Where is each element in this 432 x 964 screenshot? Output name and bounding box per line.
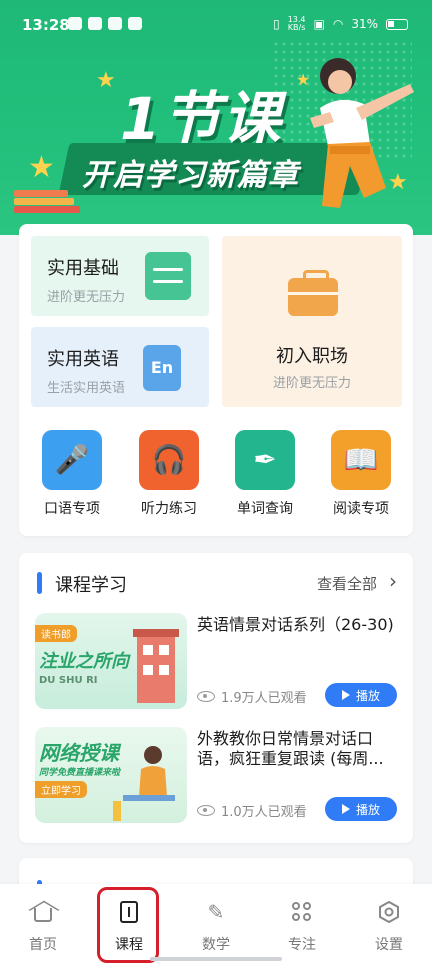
nav-label: 数学 xyxy=(202,937,230,953)
thumb-tag: 立即学习 xyxy=(35,781,87,798)
star-icon: ★ xyxy=(28,150,55,185)
course-item[interactable]: 读书郎 注业之所向 DU SHU RI 英语情景对话系列（26-30) 1.9万… xyxy=(35,613,399,713)
headphones-icon: 🎧 xyxy=(139,430,199,490)
crown-icon xyxy=(128,17,142,30)
home-icon xyxy=(31,900,55,924)
bottom-nav: 首页 课程 ✎ 数学 专注 设置 xyxy=(0,884,432,964)
course-item[interactable]: 网络授课 同学免费直播课来啦 立即学习 外教教你日常情景对话口语，疯狂重复跟读 … xyxy=(35,727,399,827)
play-button[interactable]: 播放 xyxy=(325,797,397,821)
notification-icons xyxy=(68,17,142,30)
battery-percent: 31% xyxy=(351,17,378,31)
gesture-home-bar[interactable] xyxy=(150,957,282,961)
play-button[interactable]: 播放 xyxy=(325,683,397,707)
tile-workplace[interactable]: 初入职场 进阶更无压力 xyxy=(222,236,402,407)
quick-label: 阅读专项 xyxy=(333,501,389,517)
section-title: 课程学习 xyxy=(55,575,127,596)
banner-subline: 开启学习新篇章 xyxy=(82,158,299,193)
thumb-caption: 同学免费直播课来啦 xyxy=(39,768,121,778)
course-views: 1.9万人已观看 xyxy=(197,687,307,706)
english-en-icon: En xyxy=(143,345,181,391)
hero-banner[interactable]: 13:28 ▯ 13.4 KB/s ▣ ◠ 31% ★ ★ ★ ★ 1节课 开启… xyxy=(0,0,432,235)
nav-item-settings[interactable]: 设置 xyxy=(346,884,432,964)
tile-subtitle: 进阶更无压力 xyxy=(272,376,351,391)
quick-label: 单词查询 xyxy=(237,501,293,517)
thumb-tag: 读书郎 xyxy=(35,625,77,642)
tiktok-icon xyxy=(108,17,122,30)
quick-reading[interactable]: 📖 阅读专项 xyxy=(321,430,401,518)
speed-unit: KB/s xyxy=(287,23,306,32)
tile-subtitle: 进阶更无压力 xyxy=(47,290,126,305)
vibrate-icon: ▯ xyxy=(273,17,280,31)
tile-title: 初入职场 xyxy=(276,346,348,367)
tile-title: 实用基础 xyxy=(47,258,119,279)
sim-icon: ▣ xyxy=(313,17,325,31)
course-title[interactable]: 外教教你日常情景对话口语，疯狂重复跟读 (每周... xyxy=(197,729,397,769)
course-section: 课程学习 查看全部 › 读书郎 注业之所向 DU SHU RI 英语情景对话系列… xyxy=(19,553,413,843)
star-icon: ★ xyxy=(96,68,116,93)
play-icon xyxy=(341,804,350,814)
teacher-illustration xyxy=(113,746,175,821)
course-thumbnail[interactable]: 读书郎 注业之所向 DU SHU RI xyxy=(35,613,187,709)
play-label: 播放 xyxy=(355,688,380,703)
views-text: 1.9万人已观看 xyxy=(221,691,307,706)
nav-item-home[interactable]: 首页 xyxy=(0,884,86,964)
thumb-title: 注业之所向 xyxy=(39,651,129,672)
chevron-right-icon[interactable]: › xyxy=(389,569,397,593)
microphone-icon: 🎤 xyxy=(42,430,102,490)
thumb-caption: DU SHU RI xyxy=(39,675,98,686)
status-time: 13:28 xyxy=(22,16,70,34)
battery-icon xyxy=(386,18,408,30)
book-icon: 📖 xyxy=(331,430,391,490)
grid-icon xyxy=(290,900,314,924)
tile-practical-english[interactable]: 实用英语 生活实用英语 En xyxy=(31,327,209,407)
nav-label: 专注 xyxy=(288,937,316,953)
quick-speaking[interactable]: 🎤 口语专项 xyxy=(32,430,112,518)
pencil-icon: ✎ xyxy=(207,900,225,924)
quick-word-lookup[interactable]: ✒ 单词查询 xyxy=(225,430,305,518)
status-bar: 13:28 ▯ 13.4 KB/s ▣ ◠ 31% xyxy=(0,0,432,48)
app-notification-icon xyxy=(68,17,82,30)
category-card: 实用基础 进阶更无压力 实用英语 生活实用英语 En 初入职场 进阶更无压力 🎤… xyxy=(19,224,413,536)
girl-illustration xyxy=(310,58,414,208)
books-illustration xyxy=(14,190,80,213)
quick-label: 口语专项 xyxy=(44,501,100,517)
tile-title: 实用英语 xyxy=(47,349,119,370)
course-views: 1.0万人已观看 xyxy=(197,801,307,820)
selection-highlight xyxy=(97,887,159,963)
play-icon xyxy=(341,690,350,700)
tile-subtitle: 生活实用英语 xyxy=(47,381,126,396)
eye-icon xyxy=(197,691,215,702)
pen-nib-icon: ✒ xyxy=(235,430,295,490)
sliders-icon xyxy=(145,252,191,300)
thumb-title: 网络授课 xyxy=(39,741,119,765)
eye-icon xyxy=(197,805,215,816)
building-illustration xyxy=(133,629,179,703)
nav-item-focus[interactable]: 专注 xyxy=(259,884,345,964)
quick-label: 听力练习 xyxy=(141,501,197,517)
status-right: ▯ 13.4 KB/s ▣ ◠ 31% xyxy=(273,16,408,32)
course-thumbnail[interactable]: 网络授课 同学免费直播课来啦 立即学习 xyxy=(35,727,187,823)
play-label: 播放 xyxy=(355,802,380,817)
quick-listening[interactable]: 🎧 听力练习 xyxy=(129,430,209,518)
settings-hex-icon xyxy=(377,900,401,924)
views-text: 1.0万人已观看 xyxy=(221,805,307,820)
section-accent-bar xyxy=(37,572,42,594)
app-notification-icon xyxy=(88,17,102,30)
briefcase-icon xyxy=(288,270,338,316)
nav-label: 首页 xyxy=(29,937,57,953)
wifi-icon: ◠ xyxy=(332,17,344,31)
view-all-link[interactable]: 查看全部 xyxy=(317,573,377,594)
tile-practical-basics[interactable]: 实用基础 进阶更无压力 xyxy=(31,236,209,316)
nav-label: 设置 xyxy=(375,937,403,953)
nav-item-math[interactable]: ✎ 数学 xyxy=(173,884,259,964)
course-title[interactable]: 英语情景对话系列（26-30) xyxy=(197,615,397,635)
network-speed: 13.4 KB/s xyxy=(288,16,306,32)
